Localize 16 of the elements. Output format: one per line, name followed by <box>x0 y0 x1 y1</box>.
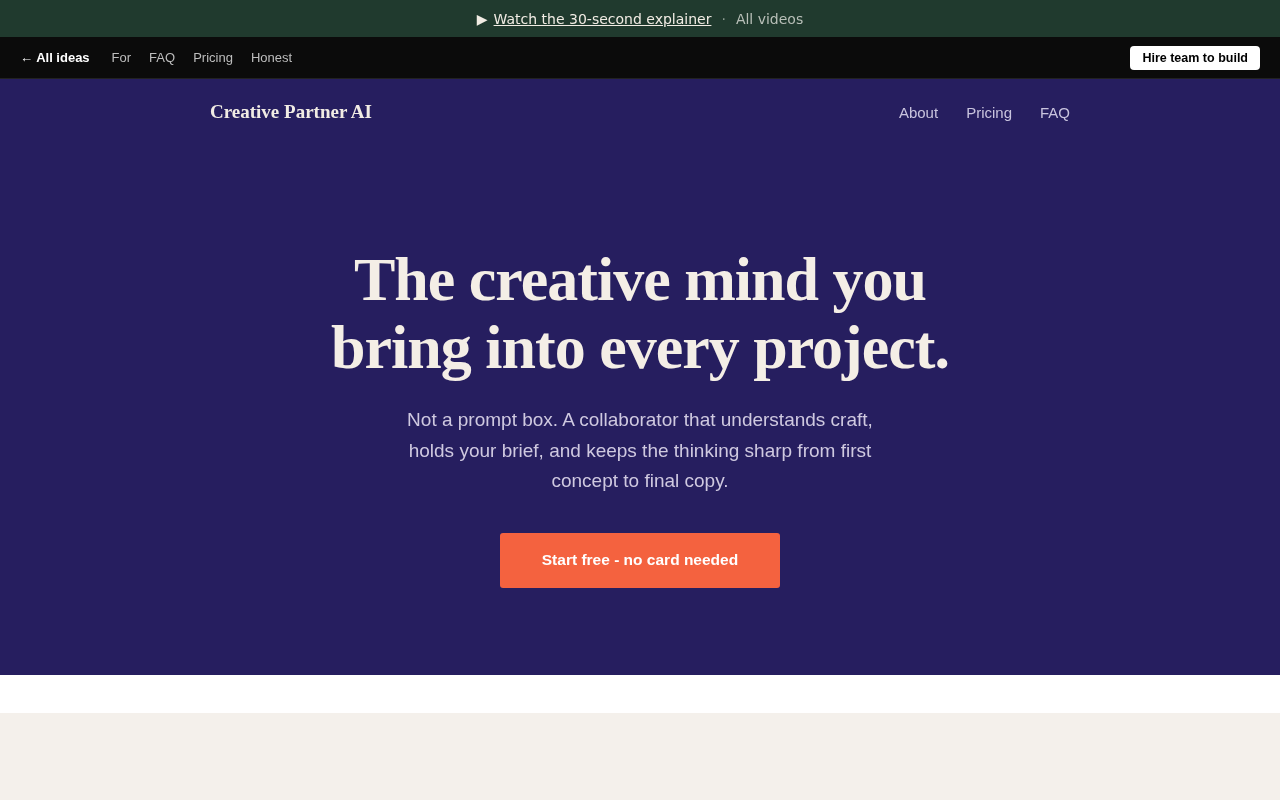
top-nav-link[interactable]: FAQ <box>149 50 176 65</box>
headline: The creative mind you bring into every project. <box>331 245 949 381</box>
top-nav-link[interactable]: Honest <box>250 50 293 65</box>
brand-name: Creative Partner AI <box>210 101 372 123</box>
header-nav-link[interactable]: About <box>898 103 939 121</box>
all-ideas-link[interactable]: ← All ideas <box>20 50 90 65</box>
header-nav-link[interactable]: FAQ <box>1040 103 1070 121</box>
explainer-link[interactable]: Watch the 30-second explainer <box>493 10 712 27</box>
separator-dot: · <box>721 10 726 27</box>
hire-team-button[interactable]: Hire team to build <box>1130 45 1260 70</box>
play-symbol: ▶ <box>476 10 488 27</box>
top-nav-link[interactable]: For <box>111 50 132 65</box>
all-videos-link[interactable]: All videos <box>735 10 804 27</box>
hero-subtitle: Not a prompt box. A collaborator that understands craft, holds your brief, and keeps the thinking sharp from first concept to final copy. <box>406 408 874 493</box>
header-nav-link[interactable]: Pricing <box>966 103 1012 121</box>
top-nav-link[interactable]: Pricing <box>193 50 233 65</box>
